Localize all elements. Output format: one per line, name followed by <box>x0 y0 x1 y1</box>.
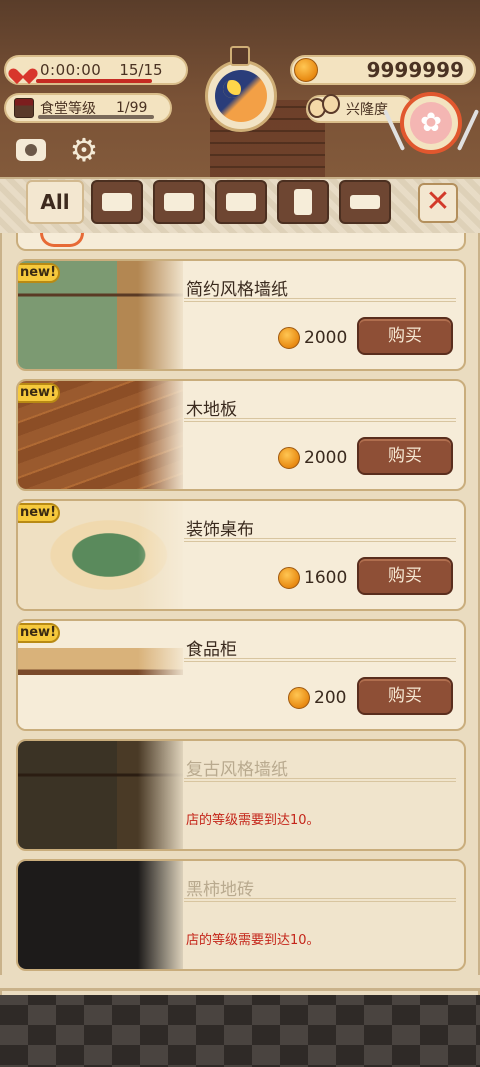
panel-bottom-edge <box>0 975 480 991</box>
list-item: new! 装饰桌布 1600 购买 <box>16 499 466 611</box>
coin-icon <box>288 687 310 709</box>
lock-message: 店的等级需要到达10。 <box>186 813 320 828</box>
list-item: new! 简约风格墙纸 2000 购买 <box>16 259 466 371</box>
new-badge: new! <box>18 263 60 283</box>
buy-button[interactable]: 购买 <box>357 557 453 595</box>
tab-seating[interactable] <box>153 180 205 224</box>
price-value: 2000 <box>304 328 348 348</box>
shop-icon <box>14 98 34 118</box>
item-price: 2000 <box>278 445 347 471</box>
item-name: 食品柜 <box>186 640 237 660</box>
buy-button[interactable]: 购买 <box>357 317 453 355</box>
new-badge: new! <box>18 383 60 403</box>
item-price: 1600 <box>278 565 347 591</box>
list-item-locked: 黑柿地砖 店的等级需要到达10。 <box>16 859 466 971</box>
divider <box>184 778 456 782</box>
level-value: 1/99 <box>116 100 148 116</box>
buy-button[interactable]: 购买 <box>357 677 453 715</box>
lives-count: 15/15 <box>119 61 163 79</box>
list-item-locked: 复古风格墙纸 店的等级需要到达10。 <box>16 739 466 851</box>
wallpaper-icon <box>294 189 312 215</box>
divider <box>184 898 456 902</box>
plate-button[interactable]: ✿ <box>400 92 462 154</box>
coin-count: 9999999 <box>366 58 464 82</box>
price-value: 200 <box>314 688 347 708</box>
level-bar <box>38 115 154 119</box>
checkered-floor <box>0 985 480 1067</box>
counter-icon <box>226 193 256 211</box>
lock-message: 店的等级需要到达10。 <box>186 933 320 948</box>
moon-clock-icon <box>205 60 277 132</box>
lives-bar <box>36 79 152 83</box>
list-item: new! 木地板 2000 购买 <box>16 379 466 491</box>
price-value: 1600 <box>304 568 348 588</box>
item-name: 黑柿地砖 <box>186 880 254 900</box>
item-name: 装饰桌布 <box>186 520 254 540</box>
faces-icon <box>308 92 342 122</box>
moon-icon <box>223 80 241 98</box>
floor-roll-icon <box>350 195 380 209</box>
close-button[interactable]: ✕ <box>418 183 458 223</box>
new-badge: new! <box>18 623 60 643</box>
item-name: 复古风格墙纸 <box>186 760 288 780</box>
new-badge: new! <box>18 503 60 523</box>
coin-icon <box>294 58 318 82</box>
camera-icon[interactable] <box>16 139 46 161</box>
item-name: 简约风格墙纸 <box>186 280 288 300</box>
item-price: 200 <box>288 685 346 711</box>
price-value: 2000 <box>304 448 348 468</box>
coin-icon <box>278 567 300 589</box>
popularity-label: 兴隆度 <box>346 102 388 118</box>
buy-button[interactable]: 购买 <box>357 437 453 475</box>
timer-text: 0:00:00 <box>40 61 102 79</box>
list-item: new! 食品柜 200 购买 <box>16 619 466 731</box>
clock-shop-tag <box>230 46 250 66</box>
tab-all[interactable]: All <box>26 180 84 224</box>
item-name: 木地板 <box>186 400 237 420</box>
sakura-icon: ✿ <box>410 102 452 144</box>
chair-table-icon <box>164 193 194 211</box>
gear-icon[interactable]: ⚙ <box>68 134 100 166</box>
table-icon <box>102 193 132 211</box>
tab-tables[interactable] <box>91 180 143 224</box>
tab-wallpaper[interactable] <box>277 180 329 224</box>
tab-counters[interactable] <box>215 180 267 224</box>
divider <box>184 418 456 422</box>
coin-icon <box>278 447 300 469</box>
item-price: 2000 <box>278 325 347 351</box>
divider <box>184 538 456 542</box>
divider <box>184 658 456 662</box>
divider <box>184 298 456 302</box>
tab-flooring[interactable] <box>339 180 391 224</box>
heart-icon <box>14 62 32 78</box>
coin-icon <box>278 327 300 349</box>
